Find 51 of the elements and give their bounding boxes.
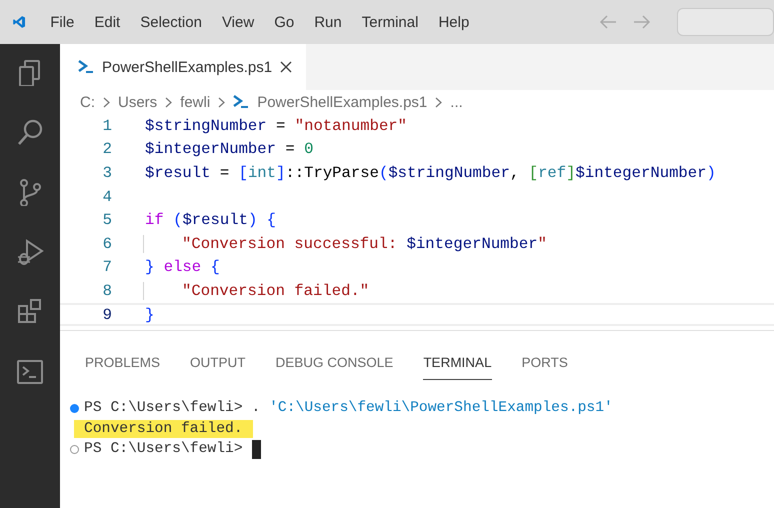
menu-item[interactable]: Terminal	[352, 14, 428, 30]
panel-tab[interactable]: DEBUG CONSOLE	[276, 355, 394, 380]
editor-tab[interactable]: PowerShellExamples.ps1	[60, 44, 306, 90]
panel-tab[interactable]: PROBLEMS	[85, 355, 160, 380]
highlighted-output: Conversion failed.	[74, 420, 253, 438]
line-number: 4	[102, 188, 112, 206]
extensions-icon[interactable]	[16, 298, 44, 326]
chevron-right-icon	[218, 96, 226, 108]
line-number: 3	[102, 164, 112, 182]
code-line: $stringNumber = "notanumber"	[145, 116, 408, 135]
line-number: 8	[102, 282, 112, 300]
code-line: if ($result) {	[145, 211, 276, 230]
code-line: } else {	[145, 258, 220, 276]
line-number: 9	[102, 306, 112, 324]
breadcrumb-item[interactable]: C:	[80, 94, 95, 110]
terminal-line: PS C:\Users\fewli> . 'C:\Users\fewli\PowerShellExamples.ps1'	[84, 400, 613, 416]
terminal-icon[interactable]	[16, 358, 44, 386]
powershell-icon	[233, 94, 250, 110]
chevron-right-icon	[103, 96, 110, 108]
code-line: $result = [int]::TryParse($stringNumber, [ref]$integerNumber)	[145, 164, 716, 182]
chevron-right-icon	[435, 96, 442, 108]
close-icon[interactable]	[280, 61, 292, 73]
code-line: $integerNumber = 0	[145, 140, 314, 158]
code-line: }	[145, 306, 154, 324]
powershell-icon	[78, 59, 94, 75]
menu-item[interactable]: View	[212, 14, 264, 30]
chevron-right-icon	[165, 96, 172, 108]
breadcrumb-item[interactable]: ...	[450, 94, 463, 110]
menu-item[interactable]: File	[40, 14, 84, 30]
code-line: "Conversion failed."	[143, 282, 370, 300]
menu-item[interactable]: Go	[264, 14, 304, 30]
line-number: 7	[102, 258, 112, 276]
panel-tab[interactable]: OUTPUT	[190, 355, 246, 380]
menu-item[interactable]: Edit	[84, 14, 130, 30]
breadcrumb-item[interactable]: fewli	[180, 94, 210, 110]
menu-item[interactable]: Selection	[130, 14, 212, 30]
breadcrumb-item[interactable]: PowerShellExamples.ps1	[257, 94, 428, 110]
line-number: 6	[102, 234, 112, 253]
line-number: 2	[102, 140, 112, 158]
menu-item[interactable]: Run	[304, 14, 352, 30]
line-number: 5	[102, 211, 112, 230]
breadcrumb-item[interactable]: Users	[118, 94, 158, 110]
search-icon[interactable]	[16, 118, 44, 146]
run-debug-icon[interactable]	[16, 238, 44, 266]
line-number: 1	[102, 116, 112, 135]
menu-item[interactable]: Help	[428, 14, 480, 30]
terminal-line: PS C:\Users\fewli>	[84, 441, 243, 458]
panel-tab[interactable]: TERMINAL	[423, 355, 492, 380]
panel-tab[interactable]: PORTS	[522, 355, 568, 380]
code-line: "Conversion successful: $integerNumber"	[143, 234, 547, 253]
command-search-field[interactable]	[677, 8, 774, 36]
